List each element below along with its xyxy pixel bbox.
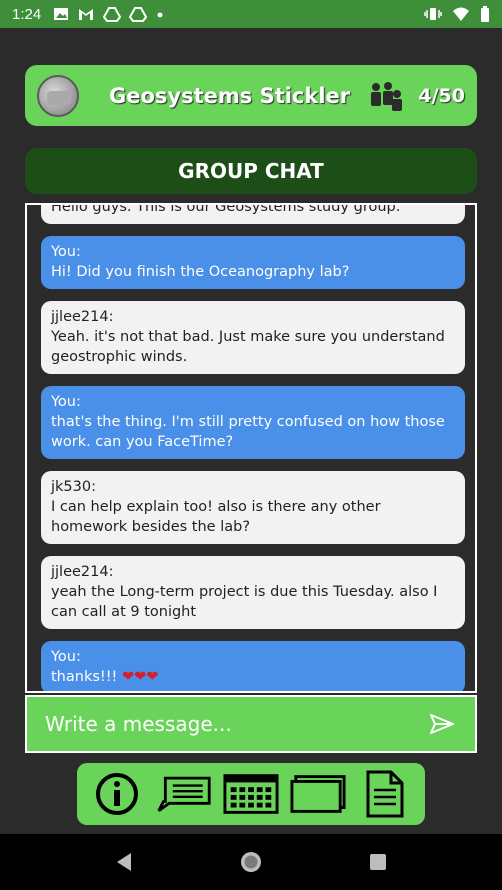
info-button[interactable] — [89, 770, 145, 818]
image-icon — [54, 8, 69, 20]
battery-icon — [481, 6, 489, 22]
message-bubble: jjlee214: yeah the Long-term project is … — [41, 556, 465, 629]
hearts-emoji: ❤❤❤ — [121, 669, 159, 685]
status-time: 1:24 — [12, 5, 42, 23]
message-text: I can help explain too! also is there an… — [51, 499, 381, 535]
group-name: Geosystems Stickler — [109, 83, 351, 108]
message-text: Hi! Did you finish the Oceanography lab? — [51, 264, 350, 280]
message-sender: jjlee214: — [51, 309, 114, 325]
calendar-icon — [223, 774, 279, 814]
info-icon — [95, 773, 138, 815]
members-button[interactable]: 4/50 — [368, 81, 465, 111]
dot-icon — [157, 12, 163, 18]
message-bubble: jjlee214: Yeah. it's not that bad. Just … — [41, 301, 465, 374]
wifi-icon — [453, 7, 469, 21]
send-button[interactable] — [427, 709, 457, 739]
message-text: yeah the Long-term project is due this T… — [51, 584, 438, 620]
chat-title: GROUP CHAT — [25, 148, 477, 194]
message-sender: jk530: — [51, 479, 96, 495]
cards-icon — [290, 775, 346, 813]
message-bubble: You: thanks!!! ❤❤❤ — [41, 641, 465, 691]
members-icon — [371, 81, 403, 111]
home-button[interactable] — [231, 842, 271, 882]
message-bubble: Hello guys. This is our Geosystems study… — [41, 203, 465, 224]
message-bubble: You: that's the thing. I'm still pretty … — [41, 386, 465, 459]
cards-button[interactable] — [290, 770, 346, 818]
message-sender: You: — [51, 244, 81, 260]
system-navbar — [0, 834, 502, 890]
send-icon — [430, 714, 454, 734]
bottom-toolbar — [77, 763, 425, 825]
message-text: that's the thing. I'm still pretty confu… — [51, 414, 445, 450]
message-input[interactable] — [45, 712, 427, 736]
message-sender: You: — [51, 649, 81, 665]
message-composer — [25, 695, 477, 753]
gmail-icon — [79, 9, 94, 20]
message-text: Hello guys. This is our Geosystems study… — [51, 203, 401, 215]
member-count: 4/50 — [418, 84, 465, 107]
status-bar: 1:24 — [0, 0, 502, 28]
notification-icons — [53, 6, 165, 22]
group-header: Geosystems Stickler 4/50 — [25, 65, 477, 126]
group-avatar[interactable] — [37, 74, 79, 117]
chat-icon — [157, 776, 211, 812]
drive-icon — [129, 7, 148, 22]
message-list: Hello guys. This is our Geosystems study… — [41, 203, 465, 691]
chat-button[interactable] — [156, 770, 212, 818]
message-text: thanks!!! — [51, 669, 122, 685]
calendar-button[interactable] — [223, 770, 279, 818]
message-text: Yeah. it's not that bad. Just make sure … — [51, 329, 445, 365]
document-icon — [366, 770, 404, 818]
system-icons — [424, 6, 490, 22]
home-icon — [240, 852, 261, 872]
recents-icon — [370, 854, 387, 870]
back-icon — [116, 853, 131, 871]
recents-button[interactable] — [358, 842, 398, 882]
vibrate-icon — [424, 8, 442, 20]
drive-icon — [103, 7, 122, 22]
back-button[interactable] — [104, 842, 144, 882]
message-sender: jjlee214: — [51, 564, 114, 580]
message-list-container[interactable]: Hello guys. This is our Geosystems study… — [25, 203, 477, 693]
message-bubble: jk530: I can help explain too! also is t… — [41, 471, 465, 544]
document-button[interactable] — [357, 770, 413, 818]
message-sender: You: — [51, 394, 81, 410]
message-bubble: You: Hi! Did you finish the Oceanography… — [41, 236, 465, 289]
